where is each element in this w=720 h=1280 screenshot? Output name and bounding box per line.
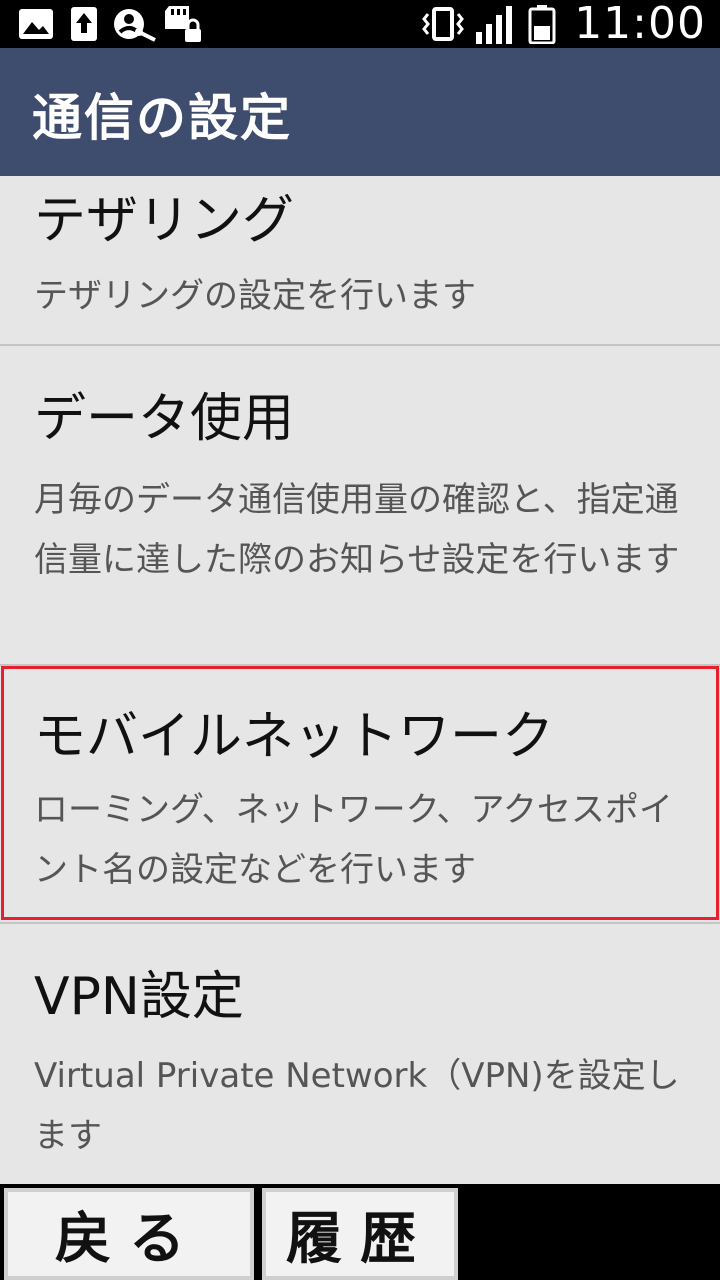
sd-card-lock-icon xyxy=(162,6,204,42)
app-bar: 通信の設定 xyxy=(0,48,720,176)
selection-highlight xyxy=(1,666,719,920)
page-title: 通信の設定 xyxy=(32,89,292,147)
signal-icon xyxy=(474,6,518,44)
account-key-icon xyxy=(112,6,158,42)
history-button[interactable]: 履歴 xyxy=(262,1188,458,1280)
back-button[interactable]: 戻る xyxy=(4,1188,254,1280)
status-clock: 11:00 xyxy=(574,0,706,49)
settings-item-description: 月毎のデータ通信使用量の確認と、指定通信量に達した際のお知らせ設定を行います xyxy=(34,480,680,580)
image-notification-icon xyxy=(16,6,56,42)
vibrate-icon xyxy=(420,6,466,42)
settings-list: テザリング テザリングの設定を行います データ使用 月毎のデータ通信使用量の確認… xyxy=(0,176,720,1184)
settings-item-title: VPN設定 xyxy=(34,967,244,1027)
settings-item-tethering[interactable]: テザリング テザリングの設定を行います xyxy=(0,176,720,344)
status-bar: 11:00 xyxy=(0,0,720,48)
settings-item-vpn[interactable]: VPN設定 Virtual Private Network（VPN)を設定します xyxy=(0,924,720,1184)
settings-item-data-usage[interactable]: データ使用 月毎のデータ通信使用量の確認と、指定通信量に達した際のお知らせ設定を… xyxy=(0,346,720,664)
battery-icon xyxy=(526,5,558,44)
settings-item-title: データ使用 xyxy=(34,389,295,449)
settings-item-description: テザリングの設定を行います xyxy=(34,276,476,316)
settings-item-description: Virtual Private Network（VPN)を設定します xyxy=(34,1056,680,1156)
upload-icon xyxy=(68,6,100,42)
settings-item-title: テザリング xyxy=(34,191,295,251)
soft-key-bar: 戻る 履歴 xyxy=(0,1184,720,1280)
